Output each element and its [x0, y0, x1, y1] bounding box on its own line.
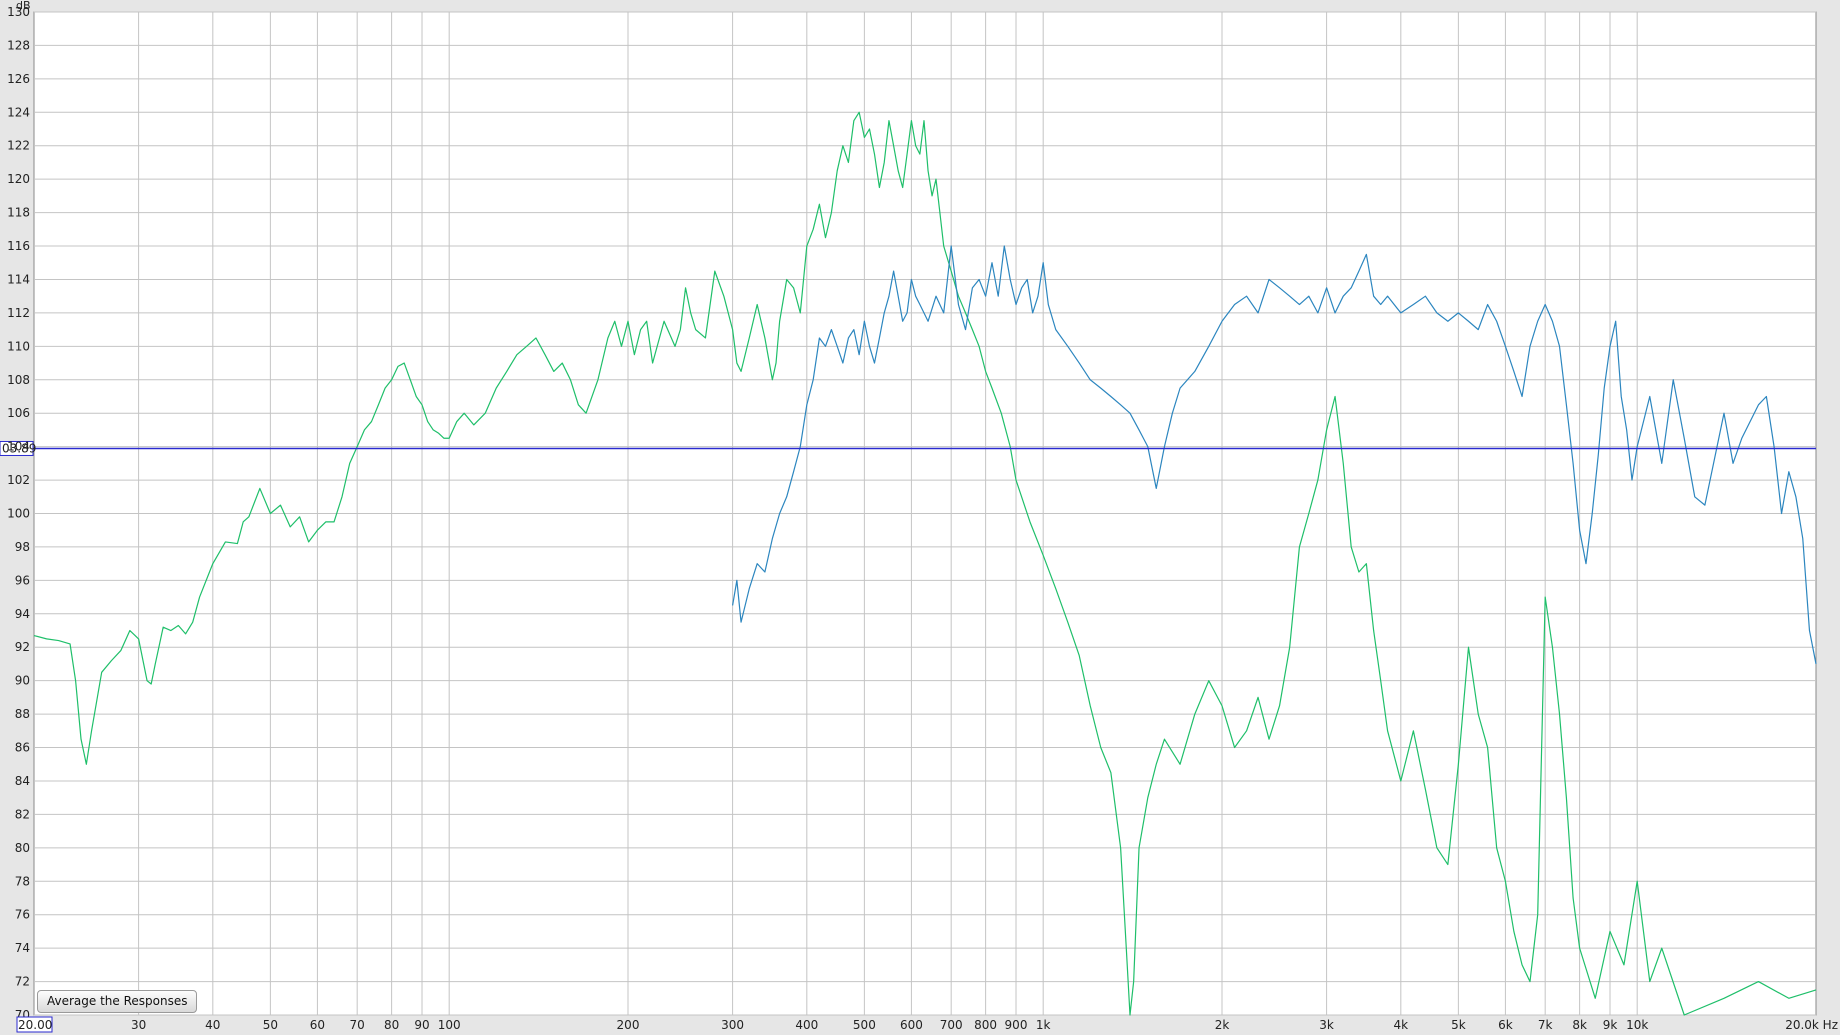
- x-tick-label: 2k: [1215, 1018, 1230, 1032]
- y-tick-label: 88: [15, 707, 30, 721]
- x-tick-label: 300: [721, 1018, 744, 1032]
- y-tick-label: 80: [15, 841, 30, 855]
- x-tick-label: 80: [384, 1018, 399, 1032]
- y-tick-label: 116: [7, 239, 30, 253]
- x-tick-label: 600: [900, 1018, 923, 1032]
- x-tick-label: 50: [263, 1018, 278, 1032]
- y-tick-label: 78: [15, 874, 30, 888]
- x-tick-label: 40: [205, 1018, 220, 1032]
- x-tick-labels: 20.00 30 40 50 60 70 80 90 100 200 300 400 500 600 700…: [16, 1016, 1838, 1033]
- y-tick-label: 114: [7, 272, 30, 286]
- y-tick-label: 112: [7, 306, 30, 320]
- x-tick-label: 9k: [1603, 1018, 1618, 1032]
- frequency-response-chart: 03.89 70 72 74 76 78 80 82 84 86 88 90 92 94 96 98 100 1…: [0, 0, 1840, 1035]
- x-tick-label: 6k: [1498, 1018, 1513, 1032]
- x-tick-label: 20.0k Hz: [1785, 1018, 1838, 1032]
- x-tick-label: 3k: [1319, 1018, 1334, 1032]
- x-tick-label: 30: [131, 1018, 146, 1032]
- y-tick-label: 128: [7, 38, 30, 52]
- x-tick-label: 900: [1005, 1018, 1028, 1032]
- y-tick-label: 108: [7, 373, 30, 387]
- x-tick-label: 400: [795, 1018, 818, 1032]
- x-tick-label: 4k: [1394, 1018, 1409, 1032]
- y-tick-label: 74: [15, 941, 30, 955]
- y-tick-label: 122: [7, 139, 30, 153]
- x-tick-label: 8k: [1572, 1018, 1587, 1032]
- x-tick-label: 10k: [1626, 1018, 1648, 1032]
- y-tick-label: 120: [7, 172, 30, 186]
- y-tick-label: 82: [15, 807, 30, 821]
- y-unit-label: dB: [16, 0, 31, 12]
- y-tick-labels: 7072747678808284868890929496981001021041…: [7, 5, 30, 1022]
- y-tick-label: 90: [15, 674, 30, 688]
- x-tick-label: 700: [940, 1018, 963, 1032]
- x-tick-label: 100: [438, 1018, 461, 1032]
- x-tick-label: 20.00: [18, 1018, 52, 1032]
- x-tick-label: 60: [310, 1018, 325, 1032]
- x-tick-label: 7k: [1538, 1018, 1553, 1032]
- chart-svg: 03.89 7072747678808284868890929496981001…: [0, 0, 1838, 1033]
- x-tick-label: 70: [350, 1018, 365, 1032]
- y-tick-label: 106: [7, 406, 30, 420]
- y-tick-label: 118: [7, 206, 30, 220]
- x-tick-label: 200: [617, 1018, 640, 1032]
- y-tick-label: 104: [7, 440, 30, 454]
- y-tick-label: 110: [7, 339, 30, 353]
- y-tick-label: 126: [7, 72, 30, 86]
- y-tick-label: 94: [15, 607, 30, 621]
- y-tick-label: 92: [15, 640, 30, 654]
- y-tick-label: 102: [7, 473, 30, 487]
- y-tick-label: 84: [15, 774, 30, 788]
- y-tick-label: 100: [7, 507, 30, 521]
- y-tick-label: 86: [15, 741, 30, 755]
- y-tick-label: 76: [15, 908, 30, 922]
- y-tick-label: 72: [15, 975, 30, 989]
- x-tick-label: 90: [414, 1018, 429, 1032]
- y-tick-label: 96: [15, 573, 30, 587]
- x-tick-label: 800: [974, 1018, 997, 1032]
- x-tick-label: 500: [853, 1018, 876, 1032]
- average-responses-button[interactable]: Average the Responses: [37, 990, 198, 1013]
- y-tick-label: 124: [7, 105, 30, 119]
- y-tick-label: 98: [15, 540, 30, 554]
- x-tick-label: 5k: [1451, 1018, 1466, 1032]
- x-tick-label: 1k: [1036, 1018, 1051, 1032]
